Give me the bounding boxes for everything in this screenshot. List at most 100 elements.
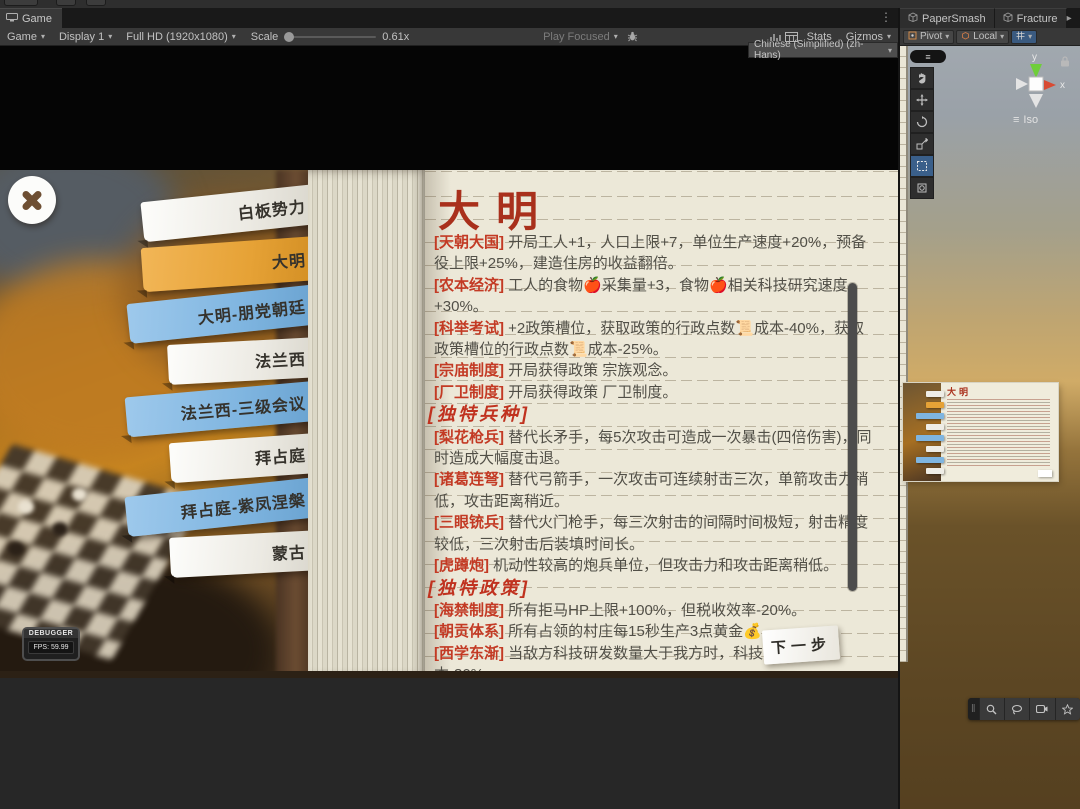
tab-papersmash[interactable]: PaperSmash bbox=[900, 8, 995, 28]
mini-ribbon bbox=[916, 413, 944, 419]
trait-text: 机动性较高的炮兵单位，但攻击力和攻击距离稍低。 bbox=[493, 557, 838, 574]
drag-handle-icon[interactable]: ‖ bbox=[968, 703, 979, 715]
trait-entry: [农本经济] 工人的食物🍎采集量+3，食物🍎相关科技研究速度+30%。 bbox=[434, 275, 872, 318]
chevron-down-icon: ▾ bbox=[888, 46, 892, 55]
favorites-button[interactable] bbox=[1055, 698, 1080, 720]
rotate-tool-button[interactable] bbox=[910, 111, 934, 133]
overlay-menu-handle[interactable]: ≡ bbox=[910, 50, 946, 63]
move-tool-button[interactable] bbox=[910, 89, 934, 111]
lasso-select-button[interactable] bbox=[1004, 698, 1029, 720]
trait-tag: [诸葛连弩] bbox=[434, 471, 508, 488]
faction-ribbon[interactable]: 法兰西 bbox=[167, 337, 321, 385]
trait-tag: [梨花枪兵] bbox=[434, 429, 508, 446]
projection-toggle[interactable]: ≡ Iso bbox=[1013, 114, 1038, 126]
tab-label: Fracture bbox=[1017, 13, 1058, 25]
display-target-dropdown[interactable]: Display 1▾ bbox=[52, 28, 119, 46]
y-axis-cone bbox=[1030, 64, 1042, 78]
trait-tag: [天朝大国] bbox=[434, 234, 508, 251]
package-icon bbox=[1003, 12, 1013, 25]
debugger-overlay: DEBUGGER FPS: 59.99 bbox=[22, 627, 80, 661]
panel-menu-icon[interactable]: ⋮ bbox=[1077, 13, 1080, 24]
local-dropdown[interactable]: Local ▾ bbox=[956, 30, 1009, 44]
chevron-down-icon: ▾ bbox=[1028, 32, 1032, 41]
scene-tool-strip: ≡ bbox=[910, 50, 936, 199]
faction-ribbon[interactable]: 蒙古 bbox=[169, 530, 321, 578]
trait-entry: [虎蹲炮] 机动性较高的炮兵单位，但攻击力和攻击距离稍低。 bbox=[434, 555, 872, 576]
game-panel-tabbar: Game ⋮ bbox=[0, 8, 898, 28]
scene-page-sliver bbox=[900, 46, 908, 662]
clipped-toolbar-icon bbox=[4, 0, 38, 6]
trait-entry: [海禁制度] 所有拒马HP上限+100%，但税收效率-20%。 bbox=[434, 600, 872, 621]
camera-button[interactable] bbox=[1029, 698, 1054, 720]
hand-tool-button[interactable] bbox=[910, 67, 934, 89]
trait-entry: [科举考试] +2政策槽位，获取政策的行政点数📜成本-40%，获取政策槽位的行政… bbox=[434, 318, 872, 361]
scale-tool-button[interactable] bbox=[910, 133, 934, 155]
trait-tag: [厂卫制度] bbox=[434, 384, 508, 401]
game-tab-icon bbox=[6, 13, 18, 25]
mini-ribbon bbox=[916, 457, 944, 463]
book-page-edges bbox=[308, 170, 428, 678]
rect-tool-button[interactable] bbox=[910, 155, 934, 177]
faction-ribbon[interactable]: 大明-朋党朝廷 bbox=[126, 284, 321, 344]
tab-fracture[interactable]: Fracture bbox=[995, 8, 1067, 28]
panel-divider[interactable] bbox=[898, 8, 900, 809]
faction-ribbon[interactable]: 白板势力 bbox=[140, 184, 321, 242]
iso-text: Iso bbox=[1023, 114, 1038, 126]
transform-tool-button[interactable] bbox=[910, 177, 934, 199]
scene-view-toolbar: Pivot ▾ Local ▾ ▾ bbox=[900, 28, 1080, 46]
pivot-icon bbox=[908, 31, 917, 43]
scene-viewport[interactable]: ≡ y bbox=[900, 46, 1080, 809]
play-focused-dropdown[interactable]: Play Focused▾ bbox=[536, 28, 625, 46]
display-mode-dropdown[interactable]: Game▾ bbox=[0, 28, 52, 46]
neg-y-axis-cone bbox=[1029, 94, 1043, 108]
trait-tag: [朝贡体系] bbox=[434, 623, 508, 640]
scale-slider-thumb[interactable] bbox=[284, 32, 294, 42]
faction-ribbon-selected[interactable]: 大明 bbox=[141, 236, 322, 292]
trait-tag: [海禁制度] bbox=[434, 602, 508, 619]
axis-x-label: x bbox=[1060, 80, 1065, 91]
lock-icon[interactable] bbox=[1060, 54, 1070, 72]
mini-preview-text-lines bbox=[947, 399, 1050, 467]
hamburger-icon: ≡ bbox=[1013, 114, 1019, 126]
faction-detail-page: 大明 [天朝大国] 开局工人+1，人口上限+7，单位生产速度+20%，预备役上限… bbox=[425, 170, 898, 678]
axis-y-label: y bbox=[1032, 52, 1037, 63]
faction-ribbon-list: 白板势力大明大明-朋党朝廷法兰西法兰西-三级会议拜占庭拜占庭-紫凤涅槃蒙古 bbox=[0, 170, 330, 678]
faction-ribbon[interactable]: 拜占庭 bbox=[169, 433, 321, 483]
canvas-mini-preview[interactable]: 大明 bbox=[903, 383, 1058, 481]
chevron-down-icon: ▾ bbox=[614, 32, 618, 41]
mini-preview-background bbox=[903, 383, 941, 481]
tab-scroll-icon[interactable]: ▸ bbox=[1067, 13, 1072, 24]
close-button[interactable] bbox=[8, 176, 56, 224]
pivot-dropdown[interactable]: Pivot ▾ bbox=[903, 30, 954, 44]
chevron-down-icon: ▾ bbox=[1000, 32, 1004, 41]
trait-text: 所有占领的村庄每15秒生产3点黄金💰。 bbox=[508, 623, 777, 640]
mini-preview-page: 大明 bbox=[941, 383, 1058, 481]
trait-tag: [西学东渐] bbox=[434, 645, 508, 662]
language-dropdown[interactable]: Chinese (Simplified) (zh-Hans) ▾ bbox=[748, 42, 898, 58]
trait-entry: [天朝大国] 开局工人+1，人口上限+7，单位生产速度+20%，预备役上限+25… bbox=[434, 232, 872, 275]
debugger-title: DEBUGGER bbox=[24, 629, 78, 638]
scale-slider[interactable] bbox=[284, 36, 376, 38]
page-scrollbar[interactable] bbox=[848, 283, 857, 591]
mini-ribbon bbox=[916, 435, 944, 441]
resolution-dropdown[interactable]: Full HD (1920x1080)▾ bbox=[119, 28, 243, 46]
grid-snap-dropdown[interactable]: ▾ bbox=[1011, 30, 1037, 44]
gizmo-center-cube bbox=[1029, 77, 1043, 91]
trait-text: 所有拒马HP上限+100%，但税收效率-20%。 bbox=[508, 602, 806, 619]
trait-tag: [三眼铳兵] bbox=[434, 514, 508, 531]
faction-ribbon[interactable]: 法兰西-三级会议 bbox=[125, 381, 322, 438]
trait-entry: [厂卫制度] 开局获得政策 厂卫制度。 bbox=[434, 382, 872, 403]
panel-menu-icon[interactable]: ⋮ bbox=[880, 10, 892, 24]
trait-tag: [科举考试] bbox=[434, 320, 508, 337]
bug-icon[interactable] bbox=[625, 30, 641, 44]
game-letterbox bbox=[0, 46, 898, 170]
trait-tag: [宗庙制度] bbox=[434, 362, 508, 379]
chevron-down-icon: ▾ bbox=[108, 32, 112, 41]
trait-text: 开局获得政策 厂卫制度。 bbox=[508, 384, 677, 401]
trait-entry: [梨花枪兵] 替代长矛手，每5次攻击可造成一次暴击(四倍伤害)，同时造成大幅度击… bbox=[434, 427, 872, 470]
next-step-button[interactable]: 下一步 bbox=[762, 625, 840, 664]
tab-game[interactable]: Game bbox=[0, 8, 62, 28]
faction-ribbon[interactable]: 拜占庭-紫凤涅槃 bbox=[124, 477, 321, 537]
faction-title: 大明 bbox=[438, 178, 554, 239]
search-button[interactable] bbox=[979, 698, 1004, 720]
